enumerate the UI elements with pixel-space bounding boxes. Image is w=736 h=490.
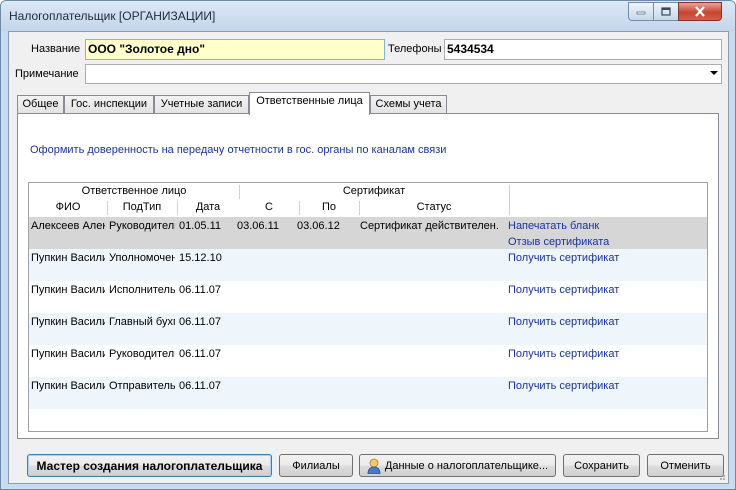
- responsible-persons-table: Ответственное лицо Сертификат ФИО ПодТип…: [28, 182, 708, 432]
- cell-fio: Алексеев Алексей: [31, 220, 105, 232]
- group-header-responsible: Ответственное лицо: [81, 185, 187, 197]
- tab-tax-inspections[interactable]: Гос. инспекции: [64, 95, 154, 114]
- tab-responsible-persons[interactable]: Ответственные лица: [249, 92, 370, 115]
- tab-accounts[interactable]: Учетные записи: [154, 95, 249, 114]
- name-value: ООО "Золотое дно": [88, 42, 206, 56]
- cell-subtype: Уполномоченный: [109, 252, 175, 264]
- cell-from: 03.06.11: [237, 220, 280, 232]
- header-divider: [107, 201, 108, 215]
- table-row[interactable]: Пупкин Василий Отправитель 06.11.07 Полу…: [29, 377, 707, 409]
- resize-grip-icon[interactable]: [716, 471, 726, 481]
- note-dropdown[interactable]: [85, 64, 722, 84]
- revoke-certificate-link[interactable]: Отзыв сертификата: [508, 236, 698, 248]
- cell-subtype: Руководитель: [109, 220, 175, 232]
- close-button[interactable]: [678, 2, 722, 21]
- name-label: Название: [31, 43, 81, 55]
- phones-label: Телефоны: [388, 43, 442, 55]
- cell-date: 01.05.11: [179, 220, 222, 232]
- note-label: Примечание: [15, 68, 79, 80]
- cell-subtype: Исполнитель: [109, 284, 175, 296]
- table-row[interactable]: Алексеев Алексей Руководитель 01.05.11 0…: [29, 217, 707, 249]
- cell-subtype: Отправитель: [109, 380, 175, 392]
- table-row[interactable]: Пупкин Василий Уполномоченный 15.12.10 П…: [29, 249, 707, 281]
- cell-date: 06.11.07: [179, 316, 222, 328]
- phones-value: 5434534: [447, 42, 494, 56]
- column-header-fio[interactable]: ФИО: [29, 201, 107, 213]
- taxpayer-wizard-button[interactable]: Мастер создания налогоплательщика: [27, 454, 272, 477]
- minimize-button[interactable]: [628, 2, 654, 21]
- phones-field[interactable]: 5434534: [444, 39, 722, 60]
- cell-date: 15.12.10: [179, 252, 222, 264]
- person-icon: [367, 458, 381, 474]
- header-divider: [177, 201, 178, 215]
- cell-date: 06.11.07: [179, 380, 222, 392]
- minimize-icon: [636, 11, 646, 14]
- client-area: Название ООО "Золотое дно" Телефоны 5434…: [8, 31, 729, 484]
- save-button[interactable]: Сохранить: [563, 454, 640, 477]
- cell-to: 03.06.12: [297, 220, 340, 232]
- get-certificate-link[interactable]: Получить сертификат: [508, 284, 698, 296]
- title-bar[interactable]: Налогоплательщик [ОРГАНИЗАЦИИ]: [1, 1, 735, 31]
- tab-general[interactable]: Общее: [17, 95, 64, 114]
- get-certificate-link[interactable]: Получить сертификат: [508, 252, 698, 264]
- cell-fio: Пупкин Василий: [31, 316, 105, 328]
- cell-fio: Пупкин Василий: [31, 284, 105, 296]
- get-certificate-link[interactable]: Получить сертификат: [508, 316, 698, 328]
- cell-date: 06.11.07: [179, 348, 222, 360]
- cell-fio: Пупкин Василий: [31, 252, 105, 264]
- column-header-status[interactable]: Статус: [359, 201, 509, 213]
- name-field[interactable]: ООО "Золотое дно": [85, 39, 385, 60]
- cell-date: 06.11.07: [179, 284, 222, 296]
- print-form-link[interactable]: Напечатать бланк: [508, 220, 698, 232]
- header-divider: [359, 201, 360, 215]
- maximize-button[interactable]: [653, 2, 679, 21]
- header-divider: [299, 201, 300, 215]
- taxpayer-data-label: Данные о налогоплательщике...: [384, 459, 549, 472]
- close-icon: [695, 6, 705, 17]
- tab-accounting-schemes[interactable]: Схемы учета: [370, 95, 447, 114]
- table-row[interactable]: Пупкин Василий Главный бухгалтер 06.11.0…: [29, 313, 707, 345]
- header-divider: [509, 185, 510, 215]
- taxpayer-data-button[interactable]: Данные о налогоплательщике...: [359, 454, 556, 477]
- column-header-from[interactable]: С: [239, 201, 299, 213]
- chevron-down-icon[interactable]: [710, 71, 718, 75]
- table-row[interactable]: Пупкин Василий Исполнитель 06.11.07 Полу…: [29, 281, 707, 313]
- maximize-icon: [661, 7, 671, 16]
- cell-subtype: Руководитель: [109, 348, 175, 360]
- table-row[interactable]: Пупкин Василий Руководитель 06.11.07 Пол…: [29, 345, 707, 377]
- cancel-button[interactable]: Отменить: [647, 454, 724, 477]
- cell-fio: Пупкин Василий: [31, 348, 105, 360]
- group-header-certificate: Сертификат: [342, 185, 406, 197]
- window-title: Налогоплательщик [ОРГАНИЗАЦИИ]: [9, 9, 216, 23]
- responsible-persons-panel: Оформить доверенность на передачу отчетн…: [17, 113, 719, 439]
- column-header-subtype[interactable]: ПодТип: [107, 201, 177, 213]
- cell-status: Сертификат действителен.: [360, 220, 499, 232]
- column-header-date[interactable]: Дата: [177, 201, 239, 213]
- branches-button[interactable]: Филиалы: [279, 454, 353, 477]
- column-header-to[interactable]: По: [299, 201, 359, 213]
- cell-subtype: Главный бухгалтер: [109, 316, 175, 328]
- header-divider: [239, 185, 240, 199]
- get-certificate-link[interactable]: Получить сертификат: [508, 348, 698, 360]
- cell-fio: Пупкин Василий: [31, 380, 105, 392]
- get-certificate-link[interactable]: Получить сертификат: [508, 380, 698, 392]
- power-of-attorney-link[interactable]: Оформить доверенность на передачу отчетн…: [30, 144, 446, 156]
- taxpayer-window: Налогоплательщик [ОРГАНИЗАЦИИ] Название …: [0, 0, 736, 490]
